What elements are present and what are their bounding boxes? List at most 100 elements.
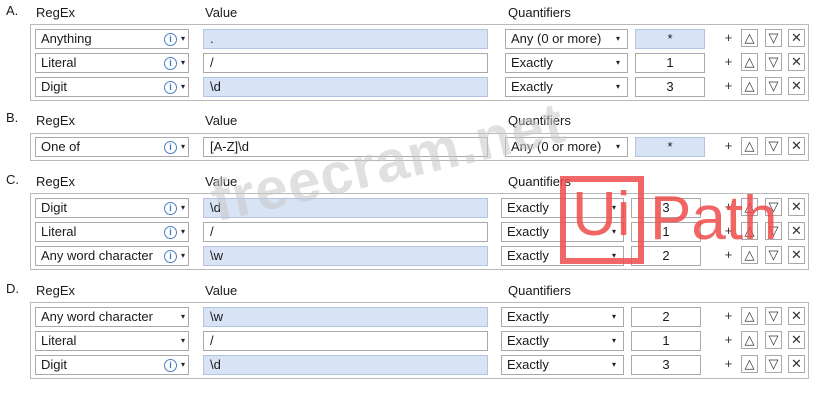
- remove-icon[interactable]: ✕: [788, 77, 805, 95]
- regex-type-value: One of: [41, 139, 81, 154]
- header-regex: RegEx: [36, 174, 76, 189]
- remove-icon[interactable]: ✕: [788, 137, 805, 155]
- value-input[interactable]: /: [203, 331, 488, 351]
- quantity-input[interactable]: *: [635, 29, 705, 49]
- info-icon[interactable]: i: [164, 359, 177, 372]
- quantity-input[interactable]: 3: [635, 77, 705, 97]
- info-icon[interactable]: i: [164, 33, 177, 46]
- move-down-icon[interactable]: ▽: [765, 137, 782, 155]
- move-down-icon[interactable]: ▽: [765, 29, 782, 47]
- add-icon[interactable]: +: [720, 331, 737, 349]
- quantity-input[interactable]: 1: [631, 331, 701, 351]
- option-letter-a: A.: [6, 3, 19, 18]
- regex-type-select[interactable]: Literal i ▾: [35, 53, 189, 73]
- quantifier-select[interactable]: Exactly ▾: [501, 331, 624, 351]
- move-up-icon[interactable]: △: [741, 307, 758, 325]
- info-icon[interactable]: i: [164, 226, 177, 239]
- value-input[interactable]: \d: [203, 355, 488, 375]
- regex-type-value: Anything: [41, 31, 92, 46]
- chevron-down-icon: ▾: [612, 336, 617, 345]
- quantifier-value: Exactly: [507, 224, 549, 239]
- regex-type-value: Any word character: [41, 309, 153, 324]
- option-letter-b: B.: [6, 110, 19, 125]
- chevron-down-icon: ▾: [181, 58, 186, 67]
- chevron-down-icon: ▾: [181, 142, 186, 151]
- info-icon[interactable]: i: [164, 81, 177, 94]
- add-icon[interactable]: +: [720, 77, 737, 95]
- value-input[interactable]: \w: [203, 246, 488, 266]
- regex-type-select[interactable]: Literal i ▾: [35, 222, 189, 242]
- quantifier-value: Exactly: [507, 248, 549, 263]
- quantifier-select[interactable]: Exactly ▾: [501, 355, 624, 375]
- add-icon[interactable]: +: [720, 53, 737, 71]
- chevron-down-icon: ▾: [616, 34, 621, 43]
- remove-icon[interactable]: ✕: [788, 53, 805, 71]
- regex-row: Digit i ▾ \d Exactly ▾ 3 + △ ▽ ✕: [31, 77, 808, 97]
- regex-row: Anything i ▾ . Any (0 or more) ▾ * + △ ▽…: [31, 29, 808, 49]
- move-down-icon[interactable]: ▽: [765, 53, 782, 71]
- value-input[interactable]: /: [203, 53, 488, 73]
- quantity-input[interactable]: *: [635, 137, 705, 157]
- regex-type-value: Digit: [41, 200, 68, 215]
- quantifier-select[interactable]: Exactly ▾: [505, 53, 628, 73]
- chevron-down-icon: ▾: [181, 82, 186, 91]
- move-up-icon[interactable]: △: [741, 137, 758, 155]
- remove-icon[interactable]: ✕: [788, 29, 805, 47]
- regex-row: Literal ▾ / Exactly ▾ 1 + △ ▽ ✕: [31, 331, 808, 351]
- add-icon[interactable]: +: [720, 307, 737, 325]
- info-icon[interactable]: i: [164, 57, 177, 70]
- regex-type-select[interactable]: Digit i ▾: [35, 355, 189, 375]
- regex-type-select[interactable]: One of i ▾: [35, 137, 189, 157]
- header-value: Value: [205, 283, 238, 298]
- add-icon[interactable]: +: [720, 355, 737, 373]
- regex-type-value: Any word character: [41, 248, 153, 263]
- quantity-input[interactable]: 1: [635, 53, 705, 73]
- regex-row: Literal i ▾ / Exactly ▾ 1 + △ ▽ ✕: [31, 53, 808, 73]
- chevron-down-icon: ▾: [181, 227, 186, 236]
- quantity-input[interactable]: 2: [631, 307, 701, 327]
- add-icon[interactable]: +: [720, 137, 737, 155]
- move-down-icon[interactable]: ▽: [765, 77, 782, 95]
- move-down-icon[interactable]: ▽: [765, 307, 782, 325]
- remove-icon[interactable]: ✕: [788, 246, 805, 264]
- header-value: Value: [205, 113, 238, 128]
- regex-type-value: Digit: [41, 79, 68, 94]
- quantifier-select[interactable]: Exactly ▾: [505, 77, 628, 97]
- option-letter-d: D.: [6, 281, 19, 296]
- move-up-icon[interactable]: △: [741, 77, 758, 95]
- regex-type-select[interactable]: Anything i ▾: [35, 29, 189, 49]
- header-value: Value: [205, 5, 238, 20]
- regex-type-select[interactable]: Any word character i ▾: [35, 246, 189, 266]
- move-down-icon[interactable]: ▽: [765, 331, 782, 349]
- quantifier-select[interactable]: Exactly ▾: [501, 307, 624, 327]
- move-up-icon[interactable]: △: [741, 355, 758, 373]
- quantifier-value: Exactly: [507, 200, 549, 215]
- chevron-down-icon: ▾: [181, 336, 186, 345]
- move-up-icon[interactable]: △: [741, 29, 758, 47]
- regex-type-select[interactable]: Literal ▾: [35, 331, 189, 351]
- info-icon[interactable]: i: [164, 141, 177, 154]
- remove-icon[interactable]: ✕: [788, 198, 805, 216]
- remove-icon[interactable]: ✕: [788, 222, 805, 240]
- value-input[interactable]: \d: [203, 77, 488, 97]
- remove-icon[interactable]: ✕: [788, 331, 805, 349]
- chevron-down-icon: ▾: [181, 312, 186, 321]
- move-up-icon[interactable]: △: [741, 331, 758, 349]
- quantity-input[interactable]: 3: [631, 355, 701, 375]
- chevron-down-icon: ▾: [616, 58, 621, 67]
- remove-icon[interactable]: ✕: [788, 307, 805, 325]
- quantifier-value: Exactly: [507, 357, 549, 372]
- regex-builder-a: Anything i ▾ . Any (0 or more) ▾ * + △ ▽…: [30, 24, 809, 101]
- add-icon[interactable]: +: [720, 29, 737, 47]
- value-input[interactable]: \w: [203, 307, 488, 327]
- move-down-icon[interactable]: ▽: [765, 355, 782, 373]
- quantifier-select[interactable]: Any (0 or more) ▾: [505, 29, 628, 49]
- value-input[interactable]: .: [203, 29, 488, 49]
- remove-icon[interactable]: ✕: [788, 355, 805, 373]
- info-icon[interactable]: i: [164, 250, 177, 263]
- regex-type-select[interactable]: Any word character ▾: [35, 307, 189, 327]
- regex-type-select[interactable]: Digit i ▾: [35, 198, 189, 218]
- regex-type-select[interactable]: Digit i ▾: [35, 77, 189, 97]
- info-icon[interactable]: i: [164, 202, 177, 215]
- move-up-icon[interactable]: △: [741, 53, 758, 71]
